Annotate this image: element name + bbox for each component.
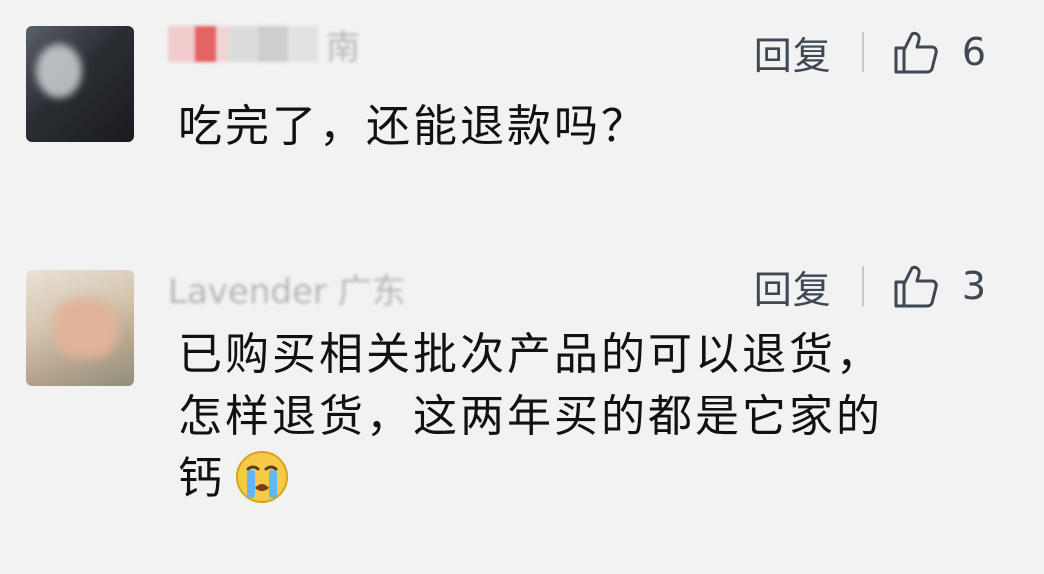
like-button[interactable]: 6 xyxy=(892,28,986,76)
comment-actions: 回复 3 xyxy=(754,258,986,314)
divider xyxy=(861,32,864,72)
username-visible: Lavender 广东 xyxy=(168,271,406,312)
comment-item: Lavender 广东 回复 3 已购买相关批次产品的可以退货， 怎样退货，这两… xyxy=(0,252,1044,574)
reply-button[interactable]: 回复 xyxy=(754,259,832,314)
divider xyxy=(861,266,864,306)
like-button[interactable]: 3 xyxy=(892,262,986,310)
username-visible: 南 xyxy=(326,27,360,68)
reply-button[interactable]: 回复 xyxy=(754,25,832,80)
crying-face-icon xyxy=(236,451,288,503)
avatar[interactable] xyxy=(26,270,134,386)
comment-text-line: 怎样退货，这两年买的都是它家的 xyxy=(178,391,883,442)
avatar[interactable] xyxy=(26,26,134,142)
comment-text: 吃完了，还能退款吗？ xyxy=(178,101,648,152)
comment-text-line-last: 钙 xyxy=(178,448,1004,510)
thumbs-up-icon xyxy=(894,265,938,308)
comment-actions: 回复 6 xyxy=(754,24,986,80)
comment-item: 南 回复 6 吃完了，还能退款吗？ xyxy=(0,0,1044,230)
thumbs-up-icon xyxy=(894,31,938,74)
comment-text: 已购买相关批次产品的可以退货， 怎样退货，这两年买的都是它家的 钙 xyxy=(178,324,1004,510)
username[interactable]: 南 xyxy=(168,22,360,68)
username[interactable]: Lavender 广东 xyxy=(168,266,406,312)
comment-text-line: 已购买相关批次产品的可以退货， xyxy=(178,329,883,380)
like-count: 3 xyxy=(961,264,986,308)
comment-text-tail: 钙 xyxy=(178,453,225,504)
blurred-name xyxy=(168,26,318,62)
like-count: 6 xyxy=(961,30,986,74)
